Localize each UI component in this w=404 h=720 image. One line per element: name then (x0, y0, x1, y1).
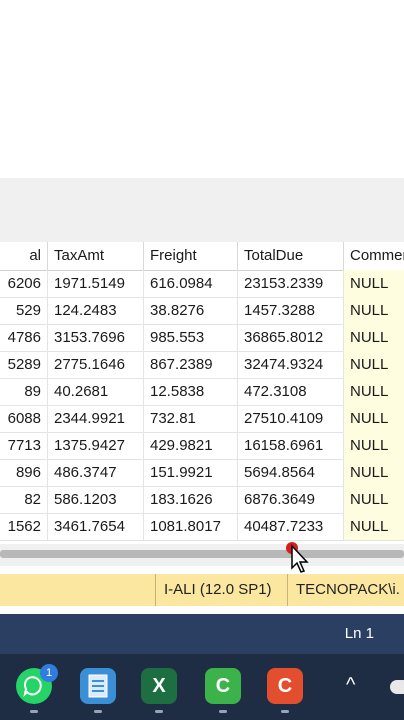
table-cell[interactable]: 6206 (0, 270, 48, 297)
notification-badge: 1 (40, 664, 58, 682)
table-cell[interactable]: 486.3747 (48, 459, 144, 486)
notepad-icon[interactable] (80, 668, 116, 704)
windows-taskbar: 1 X C C ^ (0, 654, 404, 720)
table-cell[interactable]: NULL (344, 324, 404, 351)
table-row[interactable]: 7713 1375.9427 429.9821 16158.6961 NULL (0, 432, 404, 460)
table-cell[interactable]: 40487.7233 (238, 513, 344, 540)
table-cell[interactable]: NULL (344, 297, 404, 324)
table-cell[interactable]: 6876.3649 (238, 486, 344, 513)
table-cell[interactable]: 985.553 (144, 324, 238, 351)
table-row[interactable]: 529 124.2483 38.8276 1457.3288 NULL (0, 297, 404, 325)
running-indicator (281, 710, 289, 713)
table-cell[interactable]: 151.9921 (144, 459, 238, 486)
table-cell[interactable]: NULL (344, 405, 404, 432)
table-cell[interactable]: 12.5838 (144, 378, 238, 405)
table-cell[interactable]: 1457.3288 (238, 297, 344, 324)
table-cell[interactable]: 4786 (0, 324, 48, 351)
column-header-subtotal[interactable]: al (0, 242, 48, 270)
tray-chevron-icon[interactable]: ^ (346, 674, 355, 697)
table-row[interactable]: 6206 1971.5149 616.0984 23153.2339 NULL (0, 270, 404, 298)
table-cell[interactable]: 5289 (0, 351, 48, 378)
table-cell[interactable]: 89 (0, 378, 48, 405)
table-cell[interactable]: NULL (344, 432, 404, 459)
table-cell[interactable]: 529 (0, 297, 48, 324)
table-cell[interactable]: 586.1203 (48, 486, 144, 513)
table-cell[interactable]: 896 (0, 459, 48, 486)
column-header-freight[interactable]: Freight (144, 242, 238, 270)
camtasia-recorder-icon[interactable]: C (205, 668, 241, 704)
running-indicator (30, 710, 38, 713)
editor-blank-area[interactable] (0, 0, 404, 178)
table-row[interactable]: 4786 3153.7696 985.553 36865.8012 NULL (0, 324, 404, 352)
results-panel-header (0, 178, 404, 243)
mouse-cursor-icon (291, 544, 309, 573)
table-cell[interactable]: NULL (344, 486, 404, 513)
table-cell[interactable]: 1081.8017 (144, 513, 238, 540)
running-indicator (155, 710, 163, 713)
status-user: TECNOPACK\i. (287, 574, 404, 606)
table-cell[interactable]: 732.81 (144, 405, 238, 432)
table-cell[interactable]: 472.3108 (238, 378, 344, 405)
table-cell[interactable]: 5694.8564 (238, 459, 344, 486)
status-server: I-ALI (12.0 SP1) (155, 574, 287, 606)
table-row[interactable]: 896 486.3747 151.9921 5694.8564 NULL (0, 459, 404, 487)
horizontal-scrollbar[interactable] (0, 542, 404, 566)
table-cell[interactable]: 1562 (0, 513, 48, 540)
table-cell[interactable]: 6088 (0, 405, 48, 432)
table-cell[interactable]: NULL (344, 378, 404, 405)
excel-icon[interactable]: X (141, 668, 177, 704)
table-cell[interactable]: NULL (344, 270, 404, 297)
table-cell[interactable]: 3461.7654 (48, 513, 144, 540)
camtasia-glyph: C (277, 675, 293, 697)
table-cell[interactable]: 2344.9921 (48, 405, 144, 432)
table-cell[interactable]: 867.2389 (144, 351, 238, 378)
column-header-taxamt[interactable]: TaxAmt (48, 242, 144, 270)
table-row[interactable]: 82 586.1203 183.1626 6876.3649 NULL (0, 486, 404, 514)
status-bar: I-ALI (12.0 SP1) TECNOPACK\i. (0, 574, 404, 606)
line-number-indicator: Ln 1 (344, 625, 374, 642)
camtasia-editor-icon[interactable]: C (267, 668, 303, 704)
table-cell[interactable]: 38.8276 (144, 297, 238, 324)
table-cell[interactable]: 2775.1646 (48, 351, 144, 378)
onedrive-icon[interactable] (390, 680, 404, 694)
running-indicator (94, 710, 102, 713)
table-cell[interactable]: 124.2483 (48, 297, 144, 324)
table-cell[interactable]: 7713 (0, 432, 48, 459)
table-cell[interactable]: 40.2681 (48, 378, 144, 405)
table-cell[interactable]: 616.0984 (144, 270, 238, 297)
table-cell[interactable]: NULL (344, 513, 404, 540)
table-cell[interactable]: 1375.9427 (48, 432, 144, 459)
table-cell[interactable]: 429.9821 (144, 432, 238, 459)
table-cell[interactable]: 27510.4109 (238, 405, 344, 432)
table-cell[interactable]: 183.1626 (144, 486, 238, 513)
table-cell[interactable]: 23153.2339 (238, 270, 344, 297)
table-cell[interactable]: 32474.9324 (238, 351, 344, 378)
table-cell[interactable]: 36865.8012 (238, 324, 344, 351)
column-header-totaldue[interactable]: TotalDue (238, 242, 344, 270)
running-indicator (219, 710, 227, 713)
table-cell[interactable]: NULL (344, 351, 404, 378)
table-row[interactable]: 89 40.2681 12.5838 472.3108 NULL (0, 378, 404, 406)
excel-glyph: X (152, 675, 166, 697)
table-row[interactable]: 5289 2775.1646 867.2389 32474.9324 NULL (0, 351, 404, 379)
results-grid[interactable]: al TaxAmt Freight TotalDue Commer 6206 19… (0, 242, 404, 544)
table-row[interactable]: 6088 2344.9921 732.81 27510.4109 NULL (0, 405, 404, 433)
column-header-comment[interactable]: Commer (344, 242, 404, 270)
table-cell[interactable]: 82 (0, 486, 48, 513)
scrollbar-thumb[interactable] (0, 550, 404, 558)
table-cell[interactable]: 16158.6961 (238, 432, 344, 459)
table-cell[interactable]: NULL (344, 459, 404, 486)
camtasia-glyph: C (215, 675, 231, 697)
table-cell[interactable]: 1971.5149 (48, 270, 144, 297)
editor-status-line: Ln 1 (0, 614, 404, 654)
grid-header: al TaxAmt Freight TotalDue Commer (0, 242, 404, 271)
table-cell[interactable]: 3153.7696 (48, 324, 144, 351)
table-row[interactable]: 1562 3461.7654 1081.8017 40487.7233 NULL (0, 513, 404, 541)
